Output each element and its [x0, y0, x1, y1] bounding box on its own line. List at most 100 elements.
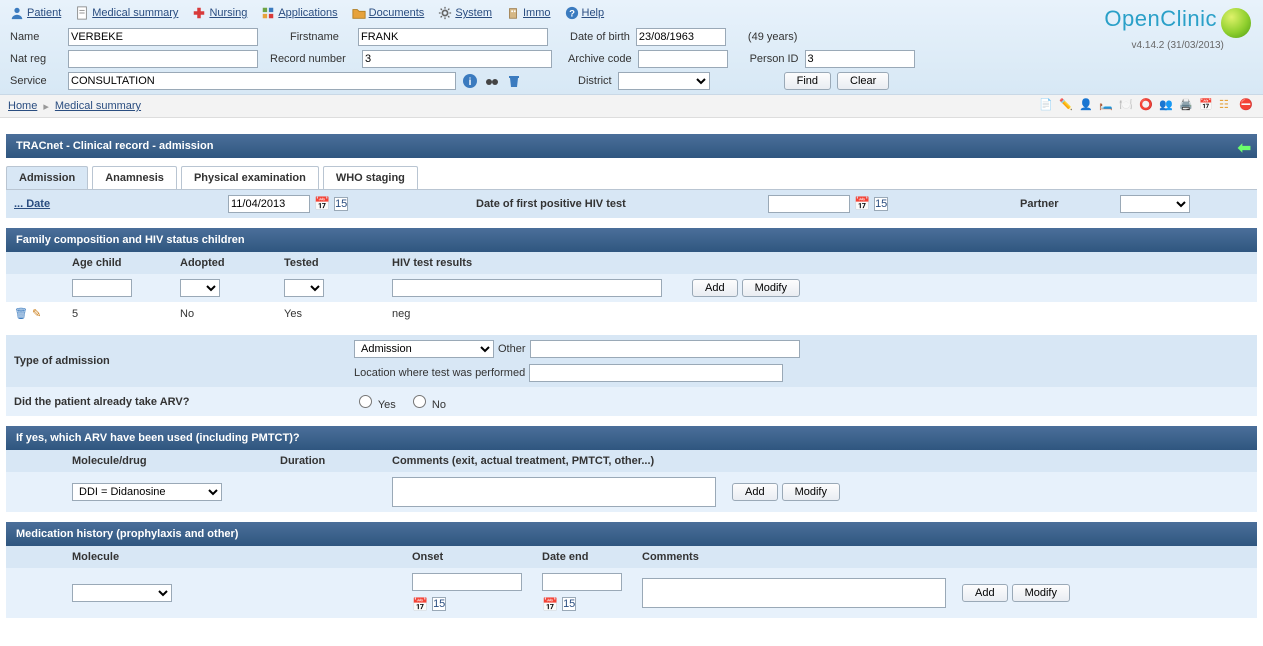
family-adopted-cell: No	[172, 302, 276, 325]
doc-icon[interactable]: 📄	[1039, 98, 1055, 114]
service-input[interactable]	[68, 72, 456, 90]
trash-icon[interactable]	[506, 73, 522, 89]
menu-help[interactable]: ? Help	[565, 6, 605, 20]
pencil-icon[interactable]: ✏️	[1059, 98, 1075, 114]
dob-input[interactable]	[636, 28, 726, 46]
calendar-icon[interactable]: 📅	[314, 196, 330, 212]
tab-anamnesis[interactable]: Anamnesis	[92, 166, 177, 189]
tab-admission[interactable]: Admission	[6, 166, 88, 189]
folder-icon	[352, 6, 366, 20]
arv-yes-radio[interactable]: Yes	[354, 392, 396, 411]
age-input[interactable]	[72, 279, 132, 297]
breadcrumb-current[interactable]: Medical summary	[55, 100, 141, 112]
med-molecule-select[interactable]	[72, 584, 172, 602]
tab-who[interactable]: WHO staging	[323, 166, 418, 189]
logo-text: OpenClinic	[1104, 6, 1217, 31]
type-admission-select[interactable]: Admission	[354, 340, 494, 358]
circle-icon[interactable]: ⭕	[1139, 98, 1155, 114]
menu-applications[interactable]: Applications	[261, 6, 337, 20]
other-input[interactable]	[530, 340, 800, 358]
label-name: Name	[10, 31, 62, 43]
name-input[interactable]	[68, 28, 258, 46]
find-button[interactable]: Find	[784, 72, 831, 90]
chevron-right-icon: ▸	[43, 100, 49, 113]
bed-icon[interactable]: 🛏️	[1099, 98, 1115, 114]
today-icon[interactable]: 15	[334, 197, 348, 211]
arv-add-button[interactable]: Add	[732, 483, 778, 501]
calendar-icon[interactable]: 📅	[854, 196, 870, 212]
family-data-row: 🗑 ✎ 5 No Yes neg	[6, 302, 1257, 325]
type-admission-label: Type of admission	[6, 335, 346, 387]
print-icon[interactable]: 🖨️	[1179, 98, 1195, 114]
first-hiv-input[interactable]	[768, 195, 850, 213]
document-icon	[75, 6, 89, 20]
district-select[interactable]	[618, 72, 710, 90]
menu-medical-summary[interactable]: Medical summary	[75, 6, 178, 20]
person-icon	[10, 6, 24, 20]
info-icon[interactable]: i	[462, 73, 478, 89]
label-service: Service	[10, 75, 62, 87]
menu-documents[interactable]: Documents	[352, 6, 425, 20]
delete-row-icon[interactable]: 🗑	[14, 307, 28, 320]
family-tested-cell: Yes	[276, 302, 384, 325]
label-district: District	[578, 75, 612, 87]
today-icon[interactable]: 15	[874, 197, 888, 211]
adopted-select[interactable]	[180, 279, 220, 297]
arv-comments-input[interactable]	[392, 477, 716, 507]
family-add-button[interactable]: Add	[692, 279, 738, 297]
natreg-input[interactable]	[68, 50, 258, 68]
date-input[interactable]	[228, 195, 310, 213]
help-icon: ?	[565, 6, 579, 20]
today-icon[interactable]: 15	[432, 597, 446, 611]
location-label: Location where test was performed	[354, 367, 525, 379]
archivecode-input[interactable]	[638, 50, 728, 68]
med-dateend-input[interactable]	[542, 573, 622, 591]
med-modify-button[interactable]: Modify	[1012, 584, 1070, 602]
menu-system[interactable]: System	[438, 6, 492, 20]
section-header: TRACnet - Clinical record - admission ⬅	[6, 134, 1257, 158]
arv-no-radio[interactable]: No	[408, 392, 446, 411]
family-modify-button[interactable]: Modify	[742, 279, 800, 297]
clear-button[interactable]: Clear	[837, 72, 889, 90]
menu-nursing[interactable]: Nursing	[192, 6, 247, 20]
menu-patient[interactable]: Patient	[10, 6, 61, 20]
personid-input[interactable]	[805, 50, 915, 68]
toolbar-icons: 📄 ✏️ 👤 🛏️ 🍽️ ⭕ 👥 🖨️ 📅 ☷ ⛔	[1039, 98, 1255, 114]
date-label[interactable]: ... Date	[14, 198, 50, 210]
calendar-icon[interactable]: 📅	[412, 597, 428, 613]
apps-icon	[261, 6, 275, 20]
tab-physical[interactable]: Physical examination	[181, 166, 319, 189]
arv-molecule-select[interactable]: DDI = Didanosine	[72, 483, 222, 501]
menu-immo[interactable]: Immo	[506, 6, 551, 20]
meal-icon[interactable]: 🍽️	[1119, 98, 1135, 114]
med-comments-input[interactable]	[642, 578, 946, 608]
stop-icon[interactable]: ⛔	[1239, 98, 1255, 114]
location-input[interactable]	[529, 364, 783, 382]
breadcrumb-home[interactable]: Home	[8, 100, 37, 112]
results-input[interactable]	[392, 279, 662, 297]
gear-icon	[438, 6, 452, 20]
today-icon[interactable]: 15	[562, 597, 576, 611]
binoculars-icon[interactable]	[484, 73, 500, 89]
med-add-button[interactable]: Add	[962, 584, 1008, 602]
group-icon[interactable]: 👥	[1159, 98, 1175, 114]
stripes-icon[interactable]: ☷	[1219, 98, 1235, 114]
tested-select[interactable]	[284, 279, 324, 297]
med-onset-input[interactable]	[412, 573, 522, 591]
calendar-icon[interactable]: 📅	[1199, 98, 1215, 114]
logo-ball-icon	[1221, 8, 1251, 38]
calendar-icon[interactable]: 📅	[542, 597, 558, 613]
med-input-row: 📅 15 📅 15 Add Modify	[6, 568, 1257, 618]
arv-modify-button[interactable]: Modify	[782, 483, 840, 501]
family-headers: Age child Adopted Tested HIV test result…	[6, 252, 1257, 274]
firstname-input[interactable]	[358, 28, 548, 46]
person-card-icon[interactable]: 👤	[1079, 98, 1095, 114]
version-text: v4.14.2 (31/03/2013)	[1104, 40, 1251, 51]
back-arrow-icon[interactable]: ⬅	[1238, 138, 1251, 158]
building-icon	[506, 6, 520, 20]
partner-select[interactable]	[1120, 195, 1190, 213]
family-section-header: Family composition and HIV status childr…	[6, 228, 1257, 252]
edit-row-icon[interactable]: ✎	[32, 307, 41, 320]
arv-section-header: If yes, which ARV have been used (includ…	[6, 426, 1257, 450]
recordnumber-input[interactable]	[362, 50, 552, 68]
